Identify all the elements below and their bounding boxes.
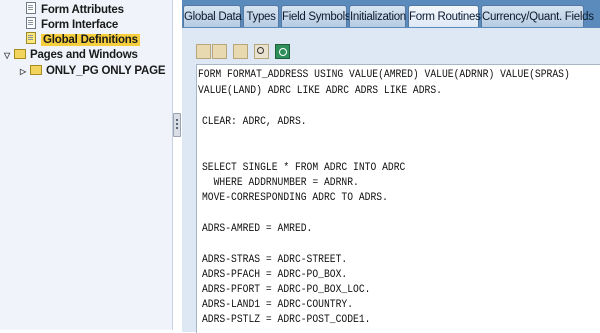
code-editor[interactable]: FORM FORMAT_ADDRESS USING VALUE(AMRED) V… — [196, 64, 600, 333]
tree-item-label: Pages and Windows — [30, 49, 138, 61]
code-line: ADRS-PSTLZ = ADRC-POST_CODE1. — [202, 314, 371, 326]
document-icon — [26, 32, 36, 44]
cut-icon[interactable] — [196, 44, 211, 59]
code-line: VALUE(LAND) ADRC LIKE ADRC ADRS LIKE ADR… — [198, 85, 442, 97]
page-icon — [30, 65, 42, 75]
code-line: SELECT SINGLE * FROM ADRC INTO ADRC — [202, 162, 406, 174]
splitter-handle[interactable] — [173, 113, 181, 137]
find-icon[interactable] — [254, 44, 269, 59]
tab-initialization[interactable]: Initialization — [349, 5, 406, 27]
tab-strip: Global Data Types Field Symbols Initiali… — [182, 0, 600, 28]
navigation-tree: Form Attributes Form Interface Global De… — [0, 0, 173, 330]
tree-item-label: Form Attributes — [41, 4, 124, 16]
tree-item-label: Global Definitions — [41, 34, 140, 46]
code-line: MOVE-CORRESPONDING ADRC TO ADRS. — [202, 192, 388, 204]
find-next-icon[interactable] — [275, 44, 290, 59]
tab-currency-quant-fields[interactable]: Currency/Quant. Fields — [481, 5, 594, 27]
tab-form-routines[interactable]: Form Routines — [408, 5, 481, 27]
copy-icon[interactable] — [212, 44, 227, 59]
code-line: ADRS-PFACH = ADRC-PO_BOX. — [202, 269, 348, 281]
code-line: FORM FORMAT_ADDRESS USING VALUE(AMRED) V… — [198, 69, 570, 81]
editor-panel: Global Data Types Field Symbols Initiali… — [182, 0, 600, 333]
tab-global-data[interactable]: Global Data — [183, 5, 242, 27]
code-line: ADRS-PFORT = ADRC-PO_BOX_LOC. — [202, 284, 371, 296]
code-line: ADRS-AMRED = AMRED. — [202, 223, 313, 235]
tab-field-symbols[interactable]: Field Symbols — [281, 5, 351, 27]
paste-icon[interactable] — [233, 44, 248, 59]
code-line: ADRS-STRAS = ADRC-STREET. — [202, 254, 348, 266]
document-icon — [26, 17, 36, 29]
tab-types[interactable]: Types — [243, 5, 279, 27]
tree-item-pages-and-windows[interactable]: ▽ Pages and Windows — [4, 48, 138, 63]
code-line: ADRS-LAND1 = ADRC-COUNTRY. — [202, 299, 354, 311]
tree-item-form-attributes[interactable]: Form Attributes — [26, 2, 124, 17]
code-line: WHERE ADDRNUMBER = ADRNR. — [202, 177, 359, 189]
tree-item-label: ONLY_PG ONLY PAGE — [46, 65, 166, 77]
tree-item-only-pg[interactable]: ▷ ONLY_PG ONLY PAGE — [20, 64, 166, 79]
tree-item-global-definitions[interactable]: Global Definitions — [26, 32, 140, 47]
collapse-arrow-icon[interactable]: ▽ — [4, 48, 14, 63]
folder-icon — [14, 49, 26, 59]
tree-item-form-interface[interactable]: Form Interface — [26, 17, 118, 32]
tree-item-label: Form Interface — [41, 19, 119, 31]
document-icon — [26, 2, 36, 14]
code-line: CLEAR: ADRC, ADRS. — [202, 116, 307, 128]
expand-arrow-icon[interactable]: ▷ — [20, 64, 30, 79]
